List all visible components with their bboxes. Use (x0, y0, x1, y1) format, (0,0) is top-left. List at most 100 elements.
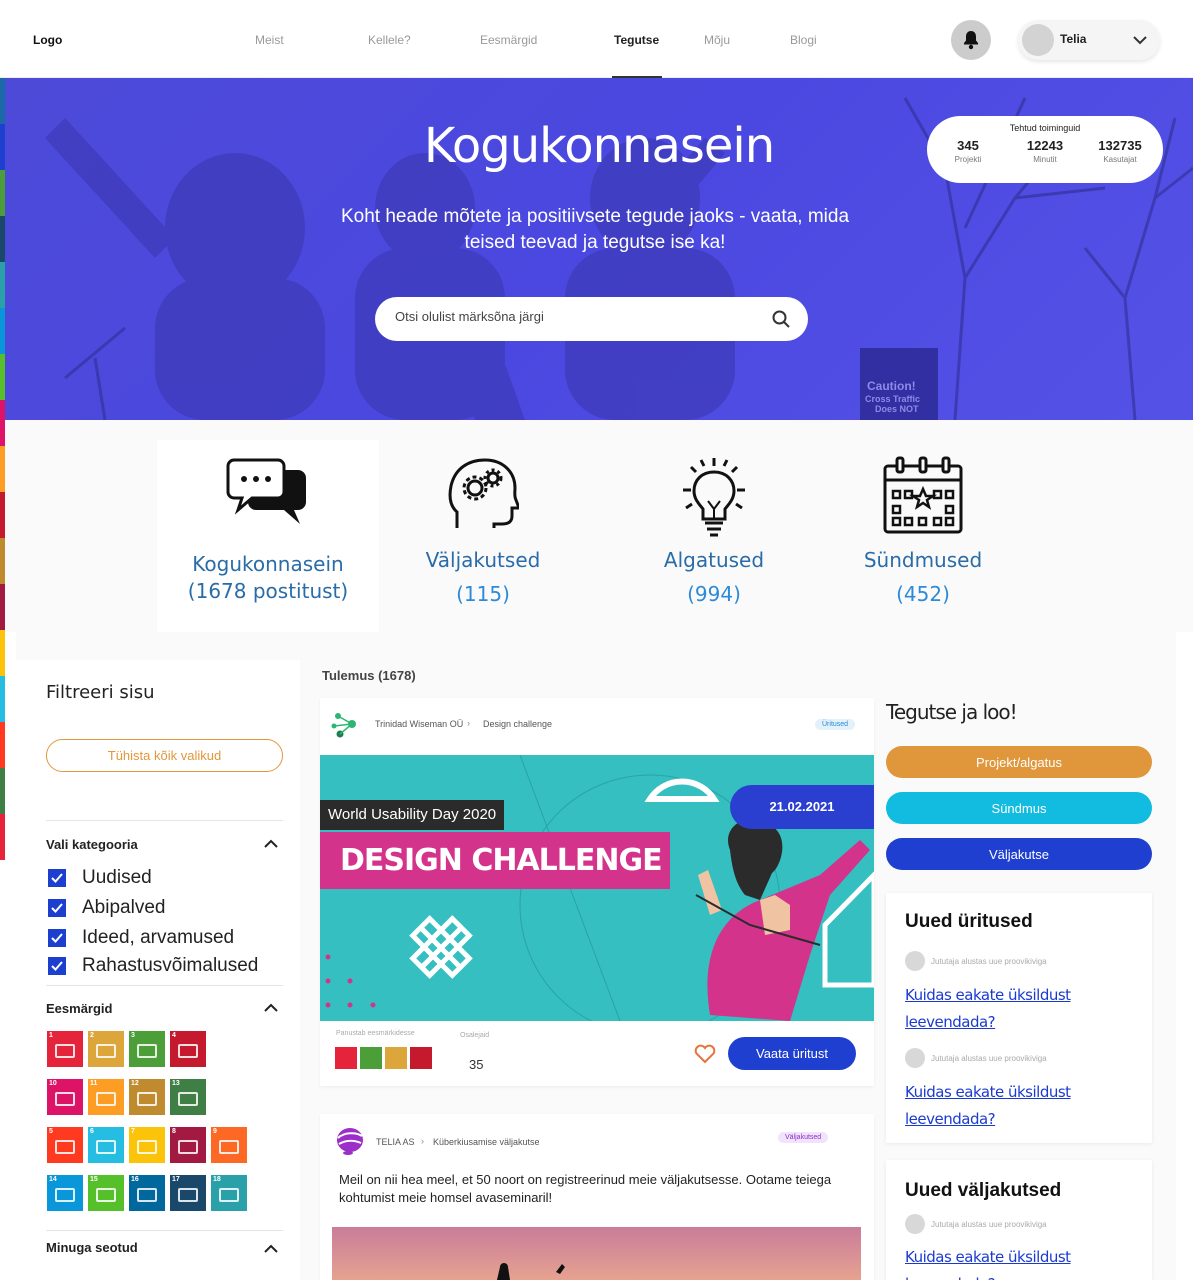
tab-label: Kogukonnasein (192, 552, 344, 576)
nav-eesmargid[interactable]: Eesmärgid (480, 33, 537, 47)
tab-algatused[interactable]: Algatused (994) (603, 440, 825, 632)
event-link[interactable]: Kuidas eakate üksildust leevendada? (905, 982, 1115, 1036)
tab-label: Sündmused (863, 548, 983, 572)
filter-title: Filtreeri sisu (46, 682, 155, 703)
goals-label: Panustab eesmärkidesse (336, 1030, 415, 1037)
card-goal-tile-2 (385, 1047, 407, 1069)
goal-tile-5[interactable]: 5 (47, 1127, 83, 1163)
chevron-up-icon[interactable] (264, 1243, 278, 1255)
event-link[interactable]: Kuidas eakate üksildust leevendada? (905, 1079, 1115, 1133)
create-event-button[interactable]: Sündmus (886, 792, 1152, 824)
category-checkbox-ideed[interactable]: Ideed, arvamused (48, 927, 234, 949)
divider (46, 1230, 283, 1231)
goal-tile-16[interactable]: 16 (129, 1175, 165, 1211)
goal-number: 10 (49, 1080, 57, 1087)
search-icon[interactable] (772, 310, 790, 328)
tab-sundmused[interactable]: Sündmused (452) (812, 440, 1034, 632)
avatar (905, 951, 925, 971)
nav-tegutse[interactable]: Tegutse (614, 33, 659, 47)
search-box[interactable] (375, 297, 808, 341)
category-section-title: Vali kategooria (46, 837, 138, 852)
nav-moju[interactable]: Mõju (704, 33, 730, 47)
clear-filters-button[interactable]: Tühista kõik valikud (46, 739, 283, 772)
tab-valjakutsed[interactable]: Väljakutsed (115) (372, 440, 594, 632)
divider (46, 985, 283, 986)
goal-tile-8[interactable]: 8 (170, 1127, 206, 1163)
goal-tile-9[interactable]: 9 (211, 1127, 247, 1163)
goal-tile-14[interactable]: 14 (47, 1175, 83, 1211)
checkbox[interactable] (48, 899, 66, 917)
goal-number: 1 (49, 1032, 53, 1039)
avatar (905, 1214, 925, 1234)
checkbox[interactable] (48, 929, 66, 947)
user-menu[interactable]: Telia (1018, 20, 1160, 60)
goal-tile-17[interactable]: 17 (170, 1175, 206, 1211)
banner-title: DESIGN CHALLENGE (320, 832, 670, 889)
goal-tile-18[interactable]: 18 (211, 1175, 247, 1211)
category-checkbox-uudised[interactable]: Uudised (48, 867, 152, 889)
goal-number: 13 (172, 1080, 180, 1087)
heart-icon[interactable] (694, 1044, 716, 1064)
stat-label: Minutit (1033, 155, 1057, 164)
stripe-segment (0, 814, 5, 860)
tab-count: (994) (687, 582, 741, 606)
stat-value: 132735 (1098, 138, 1142, 153)
nav-meist[interactable]: Meist (255, 33, 284, 47)
view-event-button[interactable]: Vaata üritust (728, 1037, 856, 1070)
create-project-button[interactable]: Projekt/algatus (886, 746, 1152, 778)
card-subtitle[interactable]: Küberkiusamise väljakutse (433, 1137, 540, 1147)
top-header: Logo Meist Kellele? Eesmärgid Tegutse Mõ… (0, 0, 1193, 78)
tab-kogukonnasein[interactable]: Kogukonnasein (1678 postitust) (157, 440, 379, 632)
author-text: Jututaja alustas uue proovikiviga (931, 956, 1047, 966)
sign-text-line1: Caution! (867, 379, 916, 393)
chevron-up-icon[interactable] (264, 838, 278, 850)
goal-number: 2 (90, 1032, 94, 1039)
goal-icon (55, 1140, 75, 1154)
goal-number: 4 (172, 1032, 176, 1039)
create-challenge-button[interactable]: Väljakutse (886, 838, 1152, 870)
logo[interactable]: Logo (33, 33, 62, 47)
stat-label: Kasutajat (1103, 155, 1137, 164)
goal-icon (55, 1092, 75, 1106)
goal-number: 15 (90, 1176, 98, 1183)
goal-icon (96, 1092, 116, 1106)
goal-tile-4[interactable]: 4 (170, 1031, 206, 1067)
checkbox[interactable] (48, 869, 66, 887)
goal-icon (219, 1140, 239, 1154)
nav-blogi[interactable]: Blogi (790, 33, 817, 47)
hero-subtitle: Koht heade mõtete ja positiivsete tegude… (340, 206, 850, 253)
category-checkbox-rahastus[interactable]: Rahastusvõimalused (48, 955, 258, 977)
goal-icon (96, 1140, 116, 1154)
card-org-name[interactable]: Trinidad Wiseman OÜ (375, 719, 463, 729)
goal-tile-13[interactable]: 13 (170, 1079, 206, 1115)
mine-section-title: Minuga seotud (46, 1240, 138, 1255)
chevron-up-icon[interactable] (264, 1002, 278, 1014)
notifications-button[interactable] (951, 20, 991, 60)
goal-tile-1[interactable]: 1 (47, 1031, 83, 1067)
goal-tile-3[interactable]: 3 (129, 1031, 165, 1067)
stats-badge: Tehtud toiminguid 345 Projekti 12243 Min… (927, 116, 1163, 183)
category-checkbox-abipalved[interactable]: Abipalved (48, 897, 165, 919)
stat-label: Projekti (954, 155, 982, 164)
goal-tile-12[interactable]: 12 (129, 1079, 165, 1115)
stripe-segment (0, 768, 5, 814)
card-org-name[interactable]: TELIA AS (376, 1137, 415, 1147)
card-subtitle[interactable]: Design challenge (483, 719, 552, 729)
checkbox[interactable] (48, 957, 66, 975)
goal-tile-10[interactable]: 10 (47, 1079, 83, 1115)
search-input[interactable] (395, 309, 755, 324)
card-image[interactable] (332, 1227, 861, 1280)
stripe-segment (0, 630, 5, 676)
nav-kellele[interactable]: Kellele? (368, 33, 411, 47)
chat-bubbles-icon (226, 458, 306, 524)
goal-tile-15[interactable]: 15 (88, 1175, 124, 1211)
goal-tile-2[interactable]: 2 (88, 1031, 124, 1067)
bell-icon (964, 31, 978, 50)
event-banner-image[interactable]: World Usability Day 2020 DESIGN CHALLENG… (320, 755, 874, 1021)
challenge-link[interactable]: Kuidas eakate üksildust leevendada? (905, 1244, 1115, 1280)
goal-tile-6[interactable]: 6 (88, 1127, 124, 1163)
list-item-author: Jututaja alustas uue proovikiviga (905, 1048, 1047, 1068)
stat-projects: 345 Projekti (933, 138, 1003, 164)
goal-tile-11[interactable]: 11 (88, 1079, 124, 1115)
goal-tile-7[interactable]: 7 (129, 1127, 165, 1163)
